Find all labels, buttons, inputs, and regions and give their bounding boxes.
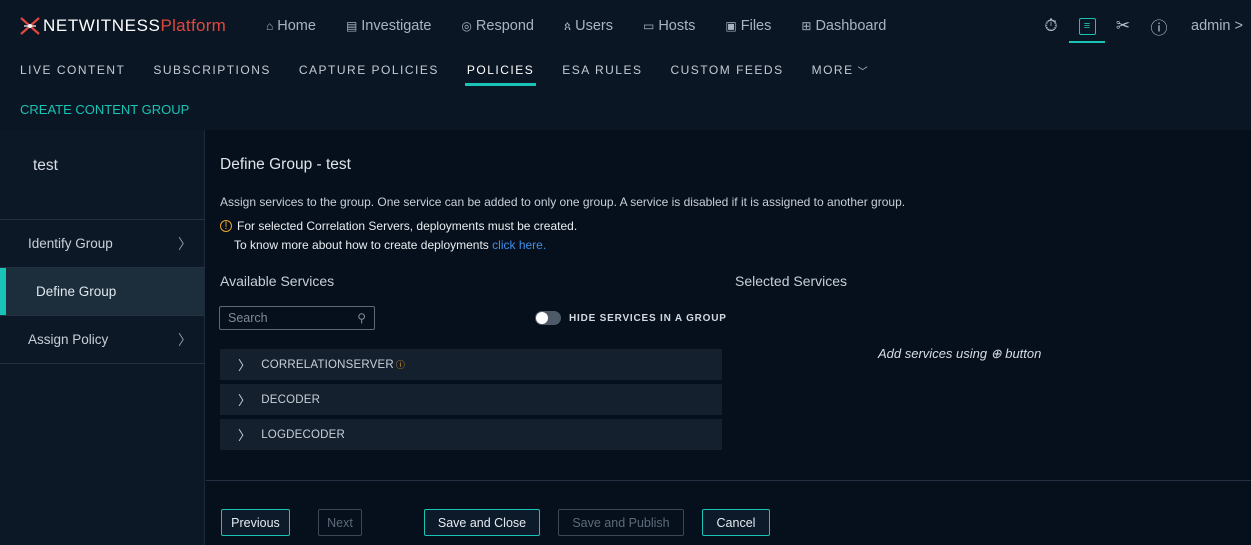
warning-icon: ! <box>220 220 232 232</box>
logo-text-netwitness: NETWITNESS <box>43 16 161 35</box>
chevron-right-icon[interactable]: 〉 <box>238 390 251 409</box>
nav-files[interactable]: ▣ Files <box>725 18 771 34</box>
create-content-group-link[interactable]: CREATE CONTENT GROUP <box>20 102 189 117</box>
warning-line-1: For selected Correlation Servers, deploy… <box>237 219 578 233</box>
stopwatch-icon[interactable]: ⏱ <box>1033 0 1069 52</box>
nav-home-label: Home <box>277 18 316 34</box>
wizard-footer: Previous Next Save and Close Save and Pu… <box>206 480 1251 545</box>
action-bar: CREATE CONTENT GROUP <box>0 88 1251 130</box>
logo-text-platform: Platform <box>160 16 227 35</box>
main-nav: ⌂ Home ▤ Investigate ◎ Respond ጰ Users ▭ Host… <box>266 0 916 52</box>
search-box: ⚲ <box>219 306 375 330</box>
chevron-right-icon: 〉 <box>178 331 192 348</box>
step-identify-group[interactable]: Identify Group 〉 <box>0 220 204 268</box>
tab-capture-policies[interactable]: CAPTURE POLICIES <box>299 52 439 88</box>
tab-more-label: MORE <box>811 63 854 77</box>
nav-users-label: Users <box>575 18 613 34</box>
tab-esa-rules[interactable]: ESA RULES <box>562 52 642 88</box>
tools-icon[interactable]: ✂ <box>1105 0 1141 52</box>
nav-investigate-label: Investigate <box>361 18 432 34</box>
define-group-panel: Define Group - test Assign services to t… <box>206 130 1251 545</box>
users-icon: ጰ <box>563 18 572 33</box>
hide-services-toggle[interactable] <box>535 311 561 325</box>
chevron-down-icon: ﹀ <box>857 66 870 78</box>
wizard-sidebar: test Identify Group 〉 Define Group Assig… <box>0 130 205 545</box>
files-icon: ▣ <box>725 19 737 33</box>
available-services-title: Available Services <box>220 273 335 289</box>
help-icon[interactable]: ⓘ <box>1141 0 1177 52</box>
step-identify-group-label: Identify Group <box>28 236 113 251</box>
next-button[interactable]: Next <box>318 509 362 536</box>
nav-home[interactable]: ⌂ Home <box>266 18 316 34</box>
respond-icon: ◎ <box>461 19 472 33</box>
hide-services-toggle-row: HIDE SERVICES IN A GROUP <box>535 311 727 325</box>
nav-investigate[interactable]: ▤ Investigate <box>346 18 431 34</box>
chevron-right-icon: 〉 <box>178 235 192 252</box>
chevron-right-icon[interactable]: 〉 <box>238 425 251 444</box>
warning-icon: ⓘ <box>395 360 406 370</box>
step-assign-policy-label: Assign Policy <box>28 332 109 347</box>
chevron-right-icon[interactable]: 〉 <box>238 355 251 374</box>
hide-services-label: HIDE SERVICES IN A GROUP <box>569 312 727 324</box>
service-name: DECODER <box>261 393 321 406</box>
top-nav-bar: NETWITNESS Platform ⌂ Home ▤ Investigate ◎… <box>0 0 1251 52</box>
netwitness-logo-icon <box>19 15 41 37</box>
service-row-logdecoder[interactable]: 〉 LOGDECODER <box>220 419 722 450</box>
step-assign-policy[interactable]: Assign Policy 〉 <box>0 316 204 364</box>
dashboard-icon: ⊞ <box>801 19 812 33</box>
group-name-title: test <box>0 130 204 220</box>
service-row-correlationserver[interactable]: 〉 CORRELATIONSERVER ⓘ <box>220 349 722 380</box>
header-right-icons: ⏱ ≡ ✂ ⓘ admin > <box>1033 0 1251 52</box>
nav-dashboard-label: Dashboard <box>815 18 887 34</box>
nav-respond-label: Respond <box>475 18 534 34</box>
nav-files-label: Files <box>740 18 772 34</box>
nav-users[interactable]: ጰ Users <box>564 18 613 34</box>
tab-live-content[interactable]: LIVE CONTENT <box>20 52 125 88</box>
netwitness-logo[interactable]: NETWITNESS Platform <box>0 15 266 37</box>
selected-empty-message: Add services using ⊕ button <box>878 346 1042 361</box>
search-input[interactable] <box>228 311 338 325</box>
description-text: Assign services to the group. One servic… <box>220 195 906 209</box>
previous-button[interactable]: Previous <box>221 509 290 536</box>
click-here-link[interactable]: click here. <box>492 238 546 252</box>
save-and-publish-button[interactable]: Save and Publish <box>558 509 684 536</box>
toggle-knob <box>536 312 548 324</box>
user-menu[interactable]: admin > <box>1191 18 1243 34</box>
service-row-decoder[interactable]: 〉 DECODER <box>220 384 722 415</box>
hosts-icon: ▭ <box>642 19 655 33</box>
nav-hosts-label: Hosts <box>658 18 696 34</box>
cancel-button[interactable]: Cancel <box>702 509 770 536</box>
selected-services-title: Selected Services <box>735 273 848 289</box>
warning-line-2: To know more about how to create deploym… <box>234 238 489 252</box>
tab-custom-feeds[interactable]: CUSTOM FEEDS <box>670 52 783 88</box>
configure-icon[interactable]: ≡ <box>1069 0 1105 52</box>
page-title: Define Group - test <box>220 156 351 173</box>
warning-message: ! For selected Correlation Servers, depl… <box>220 219 577 233</box>
step-define-group[interactable]: Define Group <box>0 268 204 316</box>
save-and-close-button[interactable]: Save and Close <box>424 509 540 536</box>
nav-respond[interactable]: ◎ Respond <box>461 18 534 34</box>
tab-subscriptions[interactable]: SUBSCRIPTIONS <box>153 52 271 88</box>
service-name: CORRELATIONSERVER <box>261 358 394 371</box>
nav-hosts[interactable]: ▭ Hosts <box>643 18 695 34</box>
investigate-icon: ▤ <box>345 19 358 33</box>
search-icon: ⚲ <box>357 311 366 325</box>
service-name: LOGDECODER <box>261 428 345 441</box>
configure-box-icon: ≡ <box>1078 17 1096 35</box>
step-define-group-label: Define Group <box>36 284 117 299</box>
home-icon: ⌂ <box>266 19 274 33</box>
tab-more[interactable]: MORE ﹀ <box>812 52 870 88</box>
warning-line-2-row: To know more about how to create deploym… <box>234 238 546 252</box>
sub-nav: LIVE CONTENT SUBSCRIPTIONS CAPTURE POLIC… <box>0 52 1251 88</box>
nav-dashboard[interactable]: ⊞ Dashboard <box>801 18 886 34</box>
tab-policies[interactable]: POLICIES <box>464 52 537 88</box>
